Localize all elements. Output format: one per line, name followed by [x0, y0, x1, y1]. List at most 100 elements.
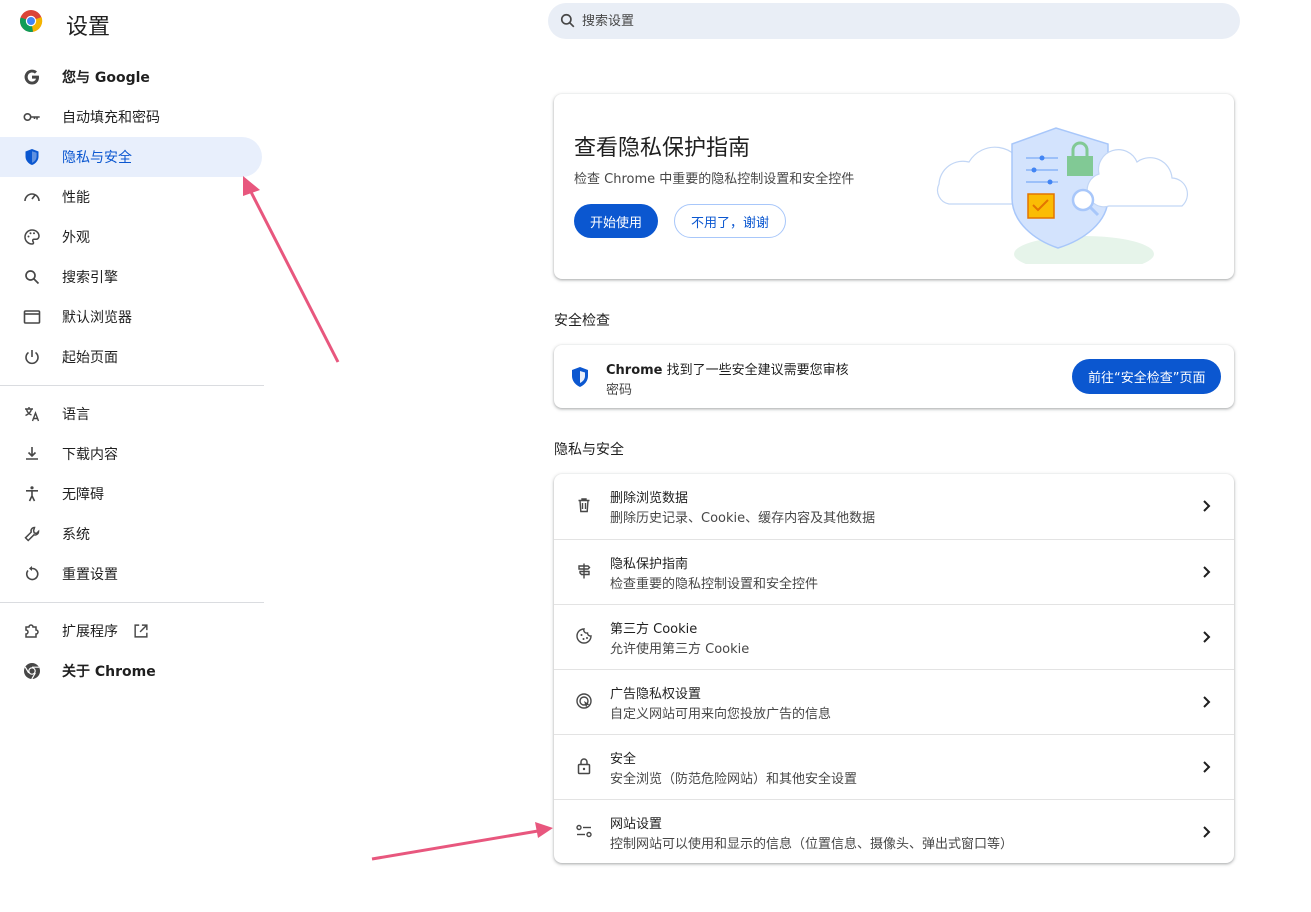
privacy-guide-illustration — [936, 127, 1189, 264]
safety-check-section-title: 安全检查 — [554, 313, 610, 329]
sidebar-item-label: 下载内容 — [62, 447, 118, 463]
sidebar-item-downloads[interactable]: 下载内容 — [0, 434, 262, 474]
list-item-site-settings[interactable]: 网站设置 控制网站可以使用和显示的信息（位置信息、摄像头、弹出式窗口等） — [554, 799, 1234, 864]
ad-privacy-icon — [576, 693, 592, 709]
translate-icon — [22, 404, 42, 424]
chrome-brand-text: Chrome — [606, 363, 663, 378]
download-icon — [22, 444, 42, 464]
search-icon — [560, 13, 575, 28]
page-title: 设置 — [66, 15, 111, 40]
sidebar-item-performance[interactable]: 性能 — [0, 177, 262, 217]
key-icon — [22, 107, 42, 127]
wrench-icon — [22, 524, 42, 544]
chrome-logo-icon — [20, 10, 43, 32]
list-item-security[interactable]: 安全 安全浏览（防范危险网站）和其他安全设置 — [554, 734, 1234, 799]
privacy-section-title: 隐私与安全 — [554, 442, 624, 458]
shield-icon — [22, 147, 42, 167]
row-subtitle: 自定义网站可用来向您投放广告的信息 — [610, 707, 832, 722]
privacy-settings-list: 删除浏览数据 删除历史记录、Cookie、缓存内容及其他数据 隐私保护指南 检查… — [554, 474, 1234, 863]
sidebar-item-you-and-google[interactable]: 您与 Google — [0, 57, 262, 97]
go-to-safety-check-button[interactable]: 前往“安全检查”页面 — [1072, 359, 1222, 394]
sidebar-item-label: 系统 — [62, 527, 90, 543]
list-item-ad-privacy[interactable]: 广告隐私权设置 自定义网站可用来向您投放广告的信息 — [554, 669, 1234, 734]
row-title: 广告隐私权设置 — [610, 687, 702, 702]
sidebar-item-languages[interactable]: 语言 — [0, 394, 262, 434]
chevron-right-icon — [1203, 826, 1211, 838]
reset-icon — [22, 564, 42, 584]
safety-check-detail: 密码 — [606, 383, 633, 398]
privacy-guide-promo-card: 查看隐私保护指南 检查 Chrome 中重要的隐私控制设置和安全控件 开始使用 … — [554, 94, 1234, 279]
search-icon — [22, 267, 42, 287]
sidebar-item-label: 隐私与安全 — [62, 150, 132, 166]
no-thanks-button[interactable]: 不用了，谢谢 — [674, 204, 787, 238]
palette-icon — [22, 227, 42, 247]
accessibility-icon — [22, 484, 42, 504]
browser-window-icon — [22, 307, 42, 327]
chevron-right-icon — [1203, 696, 1211, 708]
sidebar-item-label: 性能 — [62, 190, 90, 206]
settings-page: 设置 您与 Google 自动填充和密码 隐私与安全 性能 外观 搜索引擎 — [0, 0, 1311, 912]
row-title: 删除浏览数据 — [610, 491, 689, 506]
promo-subtitle: 检查 Chrome 中重要的隐私控制设置和安全控件 — [574, 172, 855, 187]
row-title: 网站设置 — [610, 817, 663, 832]
row-title: 第三方 Cookie — [610, 622, 698, 637]
sidebar-item-label: 默认浏览器 — [62, 310, 132, 326]
sidebar-item-on-startup[interactable]: 起始页面 — [0, 337, 262, 377]
list-item-clear-browsing-data[interactable]: 删除浏览数据 删除历史记录、Cookie、缓存内容及其他数据 — [554, 474, 1234, 539]
sidebar-divider — [0, 602, 264, 603]
safety-check-card: Chrome 找到了一些安全建议需要您审核 密码 前往“安全检查”页面 — [554, 345, 1234, 408]
sidebar-item-system[interactable]: 系统 — [0, 514, 262, 554]
promo-title: 查看隐私保护指南 — [574, 136, 751, 161]
search-input[interactable] — [582, 13, 1182, 29]
open-in-new-icon — [132, 622, 150, 640]
row-title: 隐私保护指南 — [610, 557, 689, 572]
sidebar-item-label: 扩展程序 — [62, 624, 118, 640]
sidebar-item-reset[interactable]: 重置设置 — [0, 554, 262, 594]
sidebar-item-accessibility[interactable]: 无障碍 — [0, 474, 262, 514]
lock-icon — [577, 758, 591, 775]
annotation-arrow-site-settings — [371, 822, 553, 861]
sidebar-item-label: 自动填充和密码 — [62, 110, 160, 126]
chevron-right-icon — [1203, 631, 1211, 643]
sidebar-item-label: 外观 — [62, 230, 90, 246]
sidebar-item-about-chrome[interactable]: 关于 Chrome — [0, 651, 262, 691]
cookie-icon — [576, 628, 592, 644]
sidebar-item-label: 语言 — [62, 407, 90, 423]
chevron-right-icon — [1203, 566, 1211, 578]
sidebar-item-label: 重置设置 — [62, 567, 118, 583]
shield-icon — [572, 367, 588, 387]
power-icon — [22, 347, 42, 367]
sidebar-item-label: 搜索引擎 — [62, 270, 118, 286]
sidebar-divider — [0, 385, 264, 386]
row-subtitle: 检查重要的隐私控制设置和安全控件 — [610, 577, 819, 592]
speedometer-icon — [22, 187, 42, 207]
list-item-third-party-cookies[interactable]: 第三方 Cookie 允许使用第三方 Cookie — [554, 604, 1234, 669]
sidebar-item-label: 无障碍 — [62, 487, 104, 503]
trash-icon — [578, 498, 590, 513]
sidebar-item-search-engine[interactable]: 搜索引擎 — [0, 257, 262, 297]
row-subtitle: 控制网站可以使用和显示的信息（位置信息、摄像头、弹出式窗口等） — [610, 837, 1014, 852]
row-subtitle: 删除历史记录、Cookie、缓存内容及其他数据 — [610, 511, 876, 526]
search-bar[interactable] — [548, 3, 1240, 39]
guide-icon — [578, 563, 591, 579]
sidebar-nav: 您与 Google 自动填充和密码 隐私与安全 性能 外观 搜索引擎 默认浏览器 — [0, 57, 264, 691]
sidebar-item-label: 关于 Chrome — [62, 664, 156, 680]
sidebar-item-extensions[interactable]: 扩展程序 — [0, 611, 262, 651]
sidebar-item-label: 起始页面 — [62, 350, 118, 366]
row-subtitle: 安全浏览（防范危险网站）和其他安全设置 — [610, 772, 858, 787]
chevron-right-icon — [1203, 500, 1211, 512]
puzzle-icon — [22, 621, 42, 641]
safety-check-message-rest: 找到了一些安全建议需要您审核 — [662, 363, 849, 378]
sidebar-item-privacy[interactable]: 隐私与安全 — [0, 137, 262, 177]
list-item-privacy-guide[interactable]: 隐私保护指南 检查重要的隐私控制设置和安全控件 — [554, 539, 1234, 604]
sidebar-item-autofill[interactable]: 自动填充和密码 — [0, 97, 262, 137]
start-button[interactable]: 开始使用 — [574, 204, 659, 238]
sidebar-item-appearance[interactable]: 外观 — [0, 217, 262, 257]
chevron-right-icon — [1203, 761, 1211, 773]
row-subtitle: 允许使用第三方 Cookie — [610, 642, 750, 657]
chrome-icon — [22, 661, 42, 681]
safety-check-message: Chrome 找到了一些安全建议需要您审核 — [606, 359, 849, 378]
google-icon — [22, 67, 42, 87]
sidebar-item-default-browser[interactable]: 默认浏览器 — [0, 297, 262, 337]
row-title: 安全 — [610, 752, 637, 767]
